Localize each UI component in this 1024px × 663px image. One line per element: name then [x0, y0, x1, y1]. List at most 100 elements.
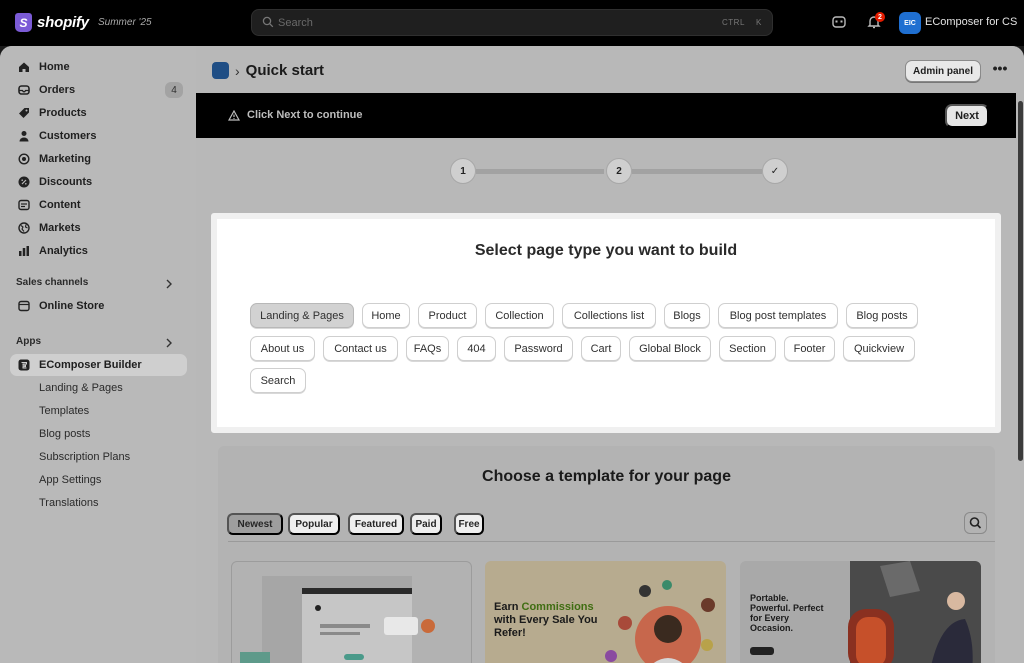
target-icon [18, 153, 30, 165]
sidebar-item-label: App Settings [39, 474, 102, 486]
content-icon [18, 199, 30, 211]
search-placeholder: Search [278, 17, 313, 29]
sidebar-item-label: Translations [39, 497, 99, 509]
next-button[interactable]: Next [945, 104, 989, 128]
sidebar-item-label: Landing & Pages [39, 382, 123, 394]
sidebar-item-home[interactable]: Home [10, 56, 187, 78]
template-thumbnail[interactable] [231, 561, 472, 663]
breadcrumb-separator: › [235, 62, 240, 79]
sidebar-item-ecomposer-builder[interactable]: EComposer Builder [10, 354, 187, 376]
page-type-chip-home[interactable]: Home [362, 303, 410, 328]
sidebar-item-label: Blog posts [39, 428, 91, 440]
step-connector [476, 169, 604, 174]
sidebar: Home Orders 4 Products Customers Marketi… [0, 46, 196, 663]
chart-icon [19, 246, 29, 256]
sidebar-item-products[interactable]: Products [10, 102, 187, 124]
more-actions-icon[interactable]: ••• [991, 61, 1009, 80]
search-bar[interactable]: Search CTRL K [251, 9, 773, 36]
sidebar-subitem-landing-pages[interactable]: Landing & Pages [10, 377, 187, 399]
sidebar-item-label: EComposer Builder [39, 359, 142, 371]
page-type-chip-landing-pages[interactable]: Landing & Pages [250, 303, 354, 328]
admin-panel-button[interactable]: Admin panel [905, 60, 981, 82]
sidebar-item-customers[interactable]: Customers [10, 125, 187, 147]
page-type-chip-password[interactable]: Password [504, 336, 573, 361]
store-avatar[interactable]: EIC [899, 12, 921, 34]
scrollbar-thumb[interactable] [1018, 101, 1023, 461]
sidebar-item-discounts[interactable]: Discounts [10, 171, 187, 193]
chevron-right-icon[interactable] [165, 338, 173, 348]
page-type-chip-collections-list[interactable]: Collections list [562, 303, 656, 328]
app-logo-icon [18, 359, 30, 371]
store-icon [18, 300, 30, 312]
page-type-chip-faqs[interactable]: FAQs [406, 336, 449, 361]
template-heading: Earn Commissions with Every Sale You Ref… [494, 601, 604, 640]
sidebar-item-label: Products [39, 107, 87, 119]
template-heading-highlight: Commissions [521, 601, 594, 613]
page-type-chip-blog-posts[interactable]: Blog posts [846, 303, 918, 328]
sidebar-subitem-blog-posts[interactable]: Blog posts [10, 423, 187, 445]
banner-message: Click Next to continue [247, 109, 363, 121]
template-preview-image [240, 576, 435, 663]
page-type-chip-blogs[interactable]: Blogs [664, 303, 710, 328]
page-type-chip-product[interactable]: Product [418, 303, 477, 328]
tab-paid[interactable]: Paid [410, 513, 442, 535]
tab-free[interactable]: Free [454, 513, 484, 535]
sidebar-item-orders[interactable]: Orders 4 [10, 79, 187, 101]
page-type-chip-contact-us[interactable]: Contact us [323, 336, 398, 361]
sidebar-item-content[interactable]: Content [10, 194, 187, 216]
store-name[interactable]: EComposer for CS [925, 16, 1017, 28]
sidekick-icon[interactable] [831, 14, 847, 30]
sidebar-item-online-store[interactable]: Online Store [10, 295, 187, 317]
template-thumbnail[interactable]: Portable. Powerful. Perfect for Every Oc… [740, 561, 981, 663]
search-icon [969, 517, 982, 529]
page-header: › Quick start [212, 62, 324, 79]
template-search-button[interactable] [964, 512, 987, 534]
step-1: 1 [450, 158, 476, 184]
shopify-logo[interactable]: S shopify [15, 13, 89, 32]
sidebar-item-label: Online Store [39, 300, 105, 312]
sidebar-subitem-templates[interactable]: Templates [10, 400, 187, 422]
sidebar-item-markets[interactable]: Markets [10, 217, 187, 239]
sidebar-item-marketing[interactable]: Marketing [10, 148, 187, 170]
tab-popular[interactable]: Popular [288, 513, 340, 535]
page-type-card: Select page type you want to build Landi… [211, 213, 1001, 433]
chevron-right-icon[interactable] [165, 279, 173, 289]
page-type-chip-about-us[interactable]: About us [250, 336, 315, 361]
sidebar-subitem-translations[interactable]: Translations [10, 492, 187, 514]
sidebar-subitem-subscription-plans[interactable]: Subscription Plans [10, 446, 187, 468]
page-type-chip-section[interactable]: Section [719, 336, 776, 361]
page-type-chip-blog-post-templates[interactable]: Blog post templates [718, 303, 838, 328]
page-type-chip-collection[interactable]: Collection [485, 303, 554, 328]
top-bar: S shopify Summer '25 Search CTRL K 2 EIC… [0, 0, 1024, 46]
template-title: Choose a template for your page [482, 468, 731, 485]
page-title: Quick start [245, 62, 325, 79]
page-type-chip-search[interactable]: Search [250, 368, 306, 393]
page-type-title: Select page type you want to build [474, 242, 738, 259]
home-icon [19, 62, 29, 72]
page-type-chip-404[interactable]: 404 [457, 336, 496, 361]
template-heading-part: Earn [494, 601, 522, 613]
template-thumbnail[interactable]: Earn Commissions with Every Sale You Ref… [485, 561, 726, 663]
shortcut-ctrl: CTRL [722, 18, 745, 27]
sales-channels-heading: Sales channels [16, 277, 89, 288]
sidebar-item-label: Marketing [39, 153, 91, 165]
tab-newest[interactable]: Newest [227, 513, 283, 535]
tab-featured[interactable]: Featured [348, 513, 404, 535]
discount-icon [18, 176, 30, 188]
page-type-chip-quickview[interactable]: Quickview [843, 336, 915, 361]
template-chooser-card: Choose a template for your page Newest P… [218, 446, 995, 663]
page-type-chip-cart[interactable]: Cart [581, 336, 621, 361]
page-type-chip-global-block[interactable]: Global Block [629, 336, 711, 361]
ecomposer-logo-icon [212, 62, 229, 79]
instruction-banner: Click Next to continue Next [196, 93, 1016, 138]
step-connector [632, 169, 762, 174]
page-type-chip-footer[interactable]: Footer [784, 336, 835, 361]
shortcut-key: K [756, 18, 762, 27]
sidebar-item-label: Customers [39, 130, 97, 142]
main-content: › Quick start Admin panel ••• Click Next… [196, 46, 1024, 663]
sidebar-item-label: Analytics [39, 245, 88, 257]
sidebar-subitem-app-settings[interactable]: App Settings [10, 469, 187, 491]
sidebar-item-analytics[interactable]: Analytics [10, 240, 187, 262]
step-2: 2 [606, 158, 632, 184]
orders-icon [18, 85, 30, 95]
